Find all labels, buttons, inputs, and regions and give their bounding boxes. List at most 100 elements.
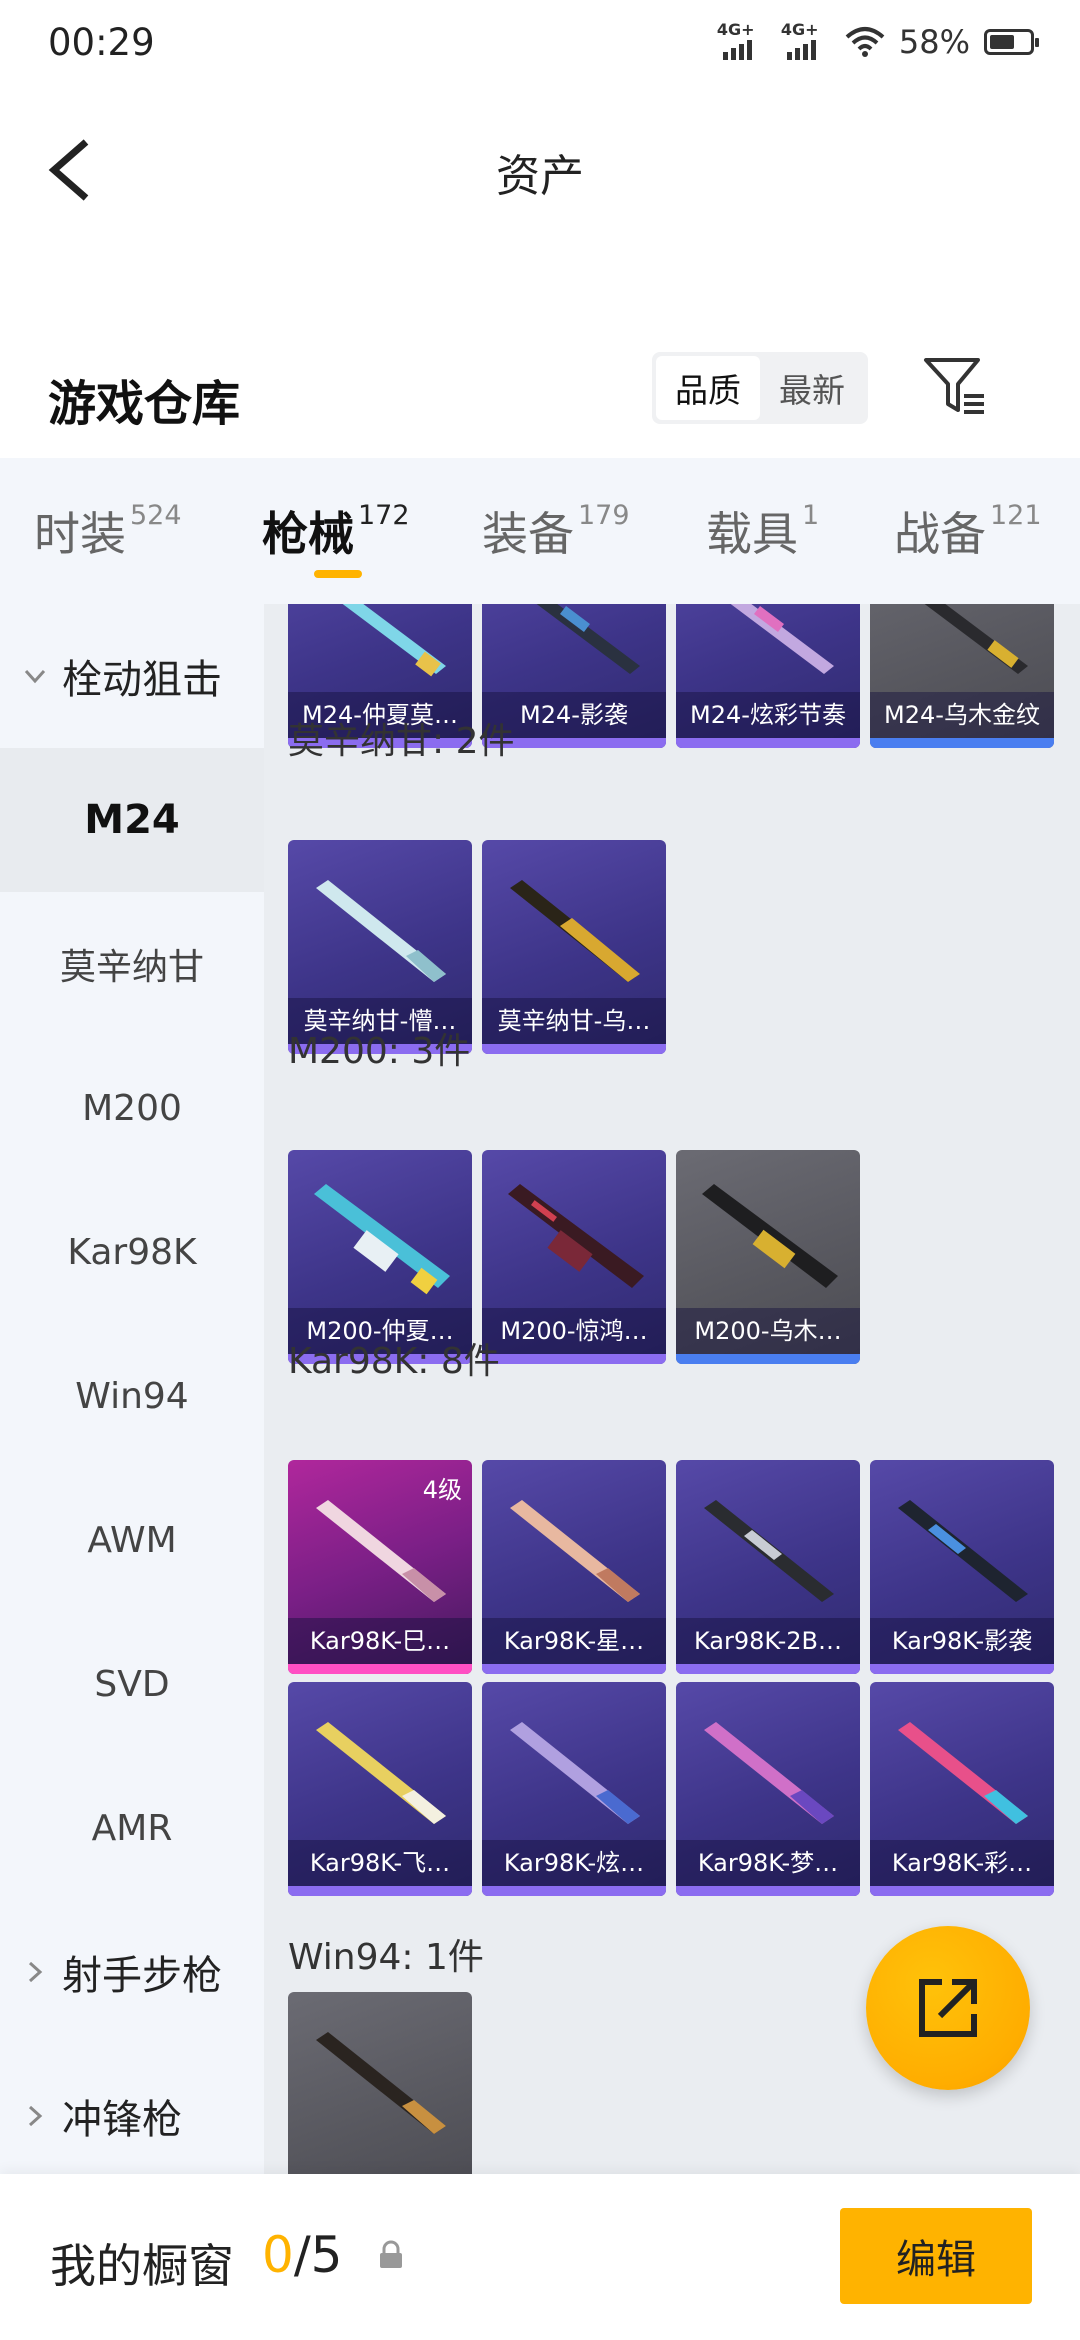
weapon-name: M200-乌木…	[676, 1308, 860, 1354]
tab-count: 524	[130, 500, 182, 531]
rifle-icon	[510, 1500, 640, 1602]
rarity-bar	[676, 1664, 860, 1674]
sidebar-item-awm[interactable]: AWM	[0, 1468, 264, 1612]
rifle-icon	[510, 1722, 640, 1824]
weapon-name: Kar98K-影袭	[870, 1618, 1054, 1664]
showcase-count: 0/5	[262, 2226, 342, 2284]
rifle-icon	[342, 604, 446, 677]
rifle-icon	[314, 1184, 450, 1295]
edit-button[interactable]: 编辑	[840, 2208, 1032, 2304]
rifle-icon	[316, 1722, 446, 1824]
rifle-icon	[510, 880, 640, 982]
sidebar-group-marksman[interactable]: 射手步枪	[0, 1900, 264, 2044]
weapon-card[interactable]: 莫辛纳甘-乌…	[482, 840, 666, 1054]
weapon-card[interactable]: Kar98K-影袭	[870, 1460, 1054, 1674]
weapon-card[interactable]: Kar98K-星…	[482, 1460, 666, 1674]
section-title-m200: M200: 3件	[288, 1031, 471, 1072]
chevron-right-icon	[28, 2105, 43, 2127]
share-button[interactable]	[866, 1926, 1030, 2090]
weapon-name: Kar98K-梦…	[676, 1840, 860, 1886]
section-title-win94: Win94: 1件	[288, 1937, 484, 1978]
tab-weapons[interactable]: 枪械 172	[262, 498, 410, 578]
sidebar-item-m200[interactable]: M200	[0, 1036, 264, 1180]
chevron-down-icon	[24, 669, 46, 684]
weapon-card[interactable]: Kar98K-梦…	[676, 1682, 860, 1896]
weapon-card[interactable]: M24-炫彩节奏	[676, 604, 860, 748]
sim2-label: 4G+	[780, 20, 819, 39]
sidebar-item-kar98k[interactable]: Kar98K	[0, 1180, 264, 1324]
weapon-card[interactable]: Kar98K-彩…	[870, 1682, 1054, 1896]
rifle-icon	[898, 1722, 1028, 1824]
battery-percent: 58%	[898, 23, 970, 61]
weapon-card[interactable]: M200-惊鸿…	[482, 1150, 666, 1364]
weapon-name: Kar98K-彩…	[870, 1840, 1054, 1886]
weapon-card[interactable]	[288, 1992, 472, 2174]
tab-count: 179	[578, 500, 630, 531]
status-icons: 4G+ 4G+ 58%	[716, 20, 1039, 62]
rifle-icon	[316, 880, 446, 982]
weapon-name: Kar98K-巳…	[288, 1618, 472, 1664]
weapon-name: Kar98K-炫…	[482, 1840, 666, 1886]
weapon-card[interactable]: M24-乌木金纹	[870, 604, 1054, 748]
section-title-kar98k: Kar98K: 8件	[288, 1341, 500, 1382]
rifle-icon	[704, 1722, 834, 1824]
weapon-card[interactable]: Kar98K-飞…	[288, 1682, 472, 1896]
rifle-icon	[924, 604, 1028, 674]
status-time: 00:29	[48, 20, 155, 64]
tab-fashion[interactable]: 时装 524	[34, 498, 182, 578]
rifle-icon	[316, 1500, 446, 1602]
showcase-label: 我的橱窗	[50, 2239, 234, 2293]
sidebar-item-svd[interactable]: SVD	[0, 1612, 264, 1756]
rifle-icon	[316, 2032, 446, 2134]
cellular-signal-icon: 4G+	[781, 22, 831, 62]
rarity-bar	[870, 1886, 1054, 1896]
sidebar-item-win94[interactable]: Win94	[0, 1324, 264, 1468]
rarity-bar	[676, 1886, 860, 1896]
weapon-card[interactable]: 4级 Kar98K-巳…	[288, 1460, 472, 1674]
weapon-name: Kar98K-飞…	[288, 1840, 472, 1886]
showcase-total: /5	[293, 2226, 343, 2284]
active-tab-indicator	[314, 570, 362, 578]
showcase-used: 0	[262, 2226, 294, 2284]
sort-by-newest[interactable]: 最新	[760, 356, 864, 420]
rarity-bar	[676, 738, 860, 748]
rifle-icon	[702, 1184, 838, 1288]
weapon-name: 莫辛纳甘-乌…	[482, 998, 666, 1044]
weapon-name: M200-惊鸿…	[482, 1308, 666, 1354]
rarity-bar	[482, 1044, 666, 1054]
weapon-type-sidebar: 栓动狙击 M24 莫辛纳甘 M200 Kar98K Win94 AWM SVD …	[0, 604, 264, 2174]
tab-label: 战备	[894, 507, 986, 561]
battery-icon	[984, 29, 1039, 55]
weapon-card[interactable]: Kar98K-2B…	[676, 1460, 860, 1674]
weapon-card[interactable]: Kar98K-炫…	[482, 1682, 666, 1896]
sidebar-group-smg[interactable]: 冲锋枪	[0, 2044, 264, 2174]
rarity-bar	[870, 738, 1054, 748]
tab-count: 121	[990, 500, 1042, 531]
sort-by-quality[interactable]: 品质	[656, 356, 760, 420]
sidebar-item-amr[interactable]: AMR	[0, 1756, 264, 1900]
tab-supplies[interactable]: 战备 121	[894, 498, 1042, 578]
rarity-bar	[870, 1664, 1054, 1674]
sidebar-item-m24[interactable]: M24	[0, 748, 264, 892]
weapon-card[interactable]: M200-乌木…	[676, 1150, 860, 1364]
rarity-bar	[482, 1354, 666, 1364]
rarity-bar	[482, 1886, 666, 1896]
nav-bar: 资产	[0, 110, 1080, 230]
tab-label: 枪械	[262, 507, 354, 561]
share-icon	[919, 1979, 977, 2037]
rarity-bar	[288, 1664, 472, 1674]
section-title-mosin: 莫辛纳甘: 2件	[288, 721, 515, 762]
warehouse-header: 游戏仓库 品质 最新	[0, 340, 1080, 450]
tab-vehicles[interactable]: 载具 1	[706, 498, 819, 578]
tab-equipment[interactable]: 装备 179	[482, 498, 630, 578]
chevron-right-icon	[28, 1961, 43, 1983]
sidebar-group-bolt-action[interactable]: 栓动狙击	[0, 604, 264, 748]
sidebar-item-mosin[interactable]: 莫辛纳甘	[0, 892, 264, 1036]
weapon-name: Kar98K-星…	[482, 1618, 666, 1664]
rarity-bar	[482, 1664, 666, 1674]
sim1-label: 4G+	[716, 20, 755, 39]
sidebar-group-label: 冲锋枪	[62, 2097, 182, 2143]
filter-icon[interactable]	[922, 354, 988, 420]
tab-count: 1	[802, 500, 820, 531]
weapon-name: M24-乌木金纹	[870, 692, 1054, 738]
